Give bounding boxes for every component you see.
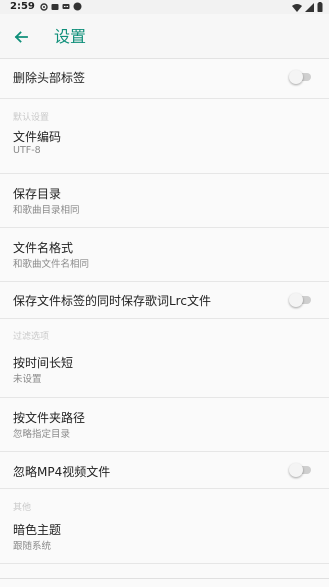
setting-title: 保存目录 (13, 187, 62, 201)
setting-dark-theme[interactable]: 暗色主题 跟随系统 (0, 513, 329, 564)
setting-title: 文件编码 (13, 130, 62, 144)
setting-summary: 跟随系统 (13, 541, 52, 552)
category-label: 过滤选项 (13, 332, 50, 342)
signal-icon (305, 2, 314, 12)
setting-save-lrc[interactable]: 保存文件标签的同时保存歌词Lrc文件 (0, 282, 329, 319)
category-label: 其他 (13, 503, 32, 513)
setting-by-folder[interactable]: 按文件夹路径 忽略指定目录 (0, 398, 329, 452)
setting-summary: 忽略指定目录 (13, 429, 71, 440)
status-time: 2:59 (10, 1, 35, 12)
setting-title: 按时间长短 (13, 356, 74, 370)
arrow-back-icon (14, 31, 28, 43)
category-other: 其他 (0, 489, 329, 513)
battery-icon (317, 2, 323, 12)
setting-title: 按文件夹路径 (13, 411, 86, 425)
setting-filename-format[interactable]: 文件名格式 和歌曲文件名相同 (0, 228, 329, 282)
remove-header-tag-switch[interactable] (289, 70, 311, 84)
setting-title: 删除头部标签 (13, 71, 86, 85)
setting-by-duration[interactable]: 按时间长短 未设置 (0, 343, 329, 398)
wifi-icon (292, 3, 302, 12)
setting-remove-header-tag[interactable]: 删除头部标签 (0, 58, 329, 99)
circle-icon (73, 2, 82, 11)
settings-icon (40, 2, 48, 11)
setting-title: 文件名格式 (13, 241, 74, 255)
category-label: 默认设置 (13, 113, 50, 123)
category-filter: 过滤选项 (0, 319, 329, 343)
ignore-mp4-switch[interactable] (289, 463, 311, 477)
setting-file-encoding[interactable]: 文件编码 UTF-8 (0, 123, 329, 174)
setting-summary: 和歌曲文件名相同 (13, 259, 90, 270)
navigation-bar (0, 578, 329, 587)
page-title: 设置 (54, 27, 87, 46)
category-default: 默认设置 (0, 99, 329, 123)
settings-list: 删除头部标签 默认设置 文件编码 UTF-8 保存目录 和歌曲目录相同 文件名格… (0, 58, 329, 564)
back-button[interactable] (10, 26, 32, 48)
status-bar: 2:59 (0, 0, 329, 14)
setting-save-directory[interactable]: 保存目录 和歌曲目录相同 (0, 174, 329, 228)
app-toolbar: 设置 (0, 14, 329, 59)
setting-summary: UTF-8 (13, 145, 41, 156)
setting-title: 忽略MP4视频文件 (13, 465, 111, 479)
setting-summary: 和歌曲目录相同 (13, 205, 80, 216)
setting-title: 暗色主题 (13, 523, 62, 537)
save-lrc-switch[interactable] (289, 293, 311, 307)
notification-icon (51, 3, 59, 10)
chat-icon (62, 3, 70, 9)
setting-ignore-mp4[interactable]: 忽略MP4视频文件 (0, 452, 329, 489)
setting-title: 保存文件标签的同时保存歌词Lrc文件 (13, 294, 211, 308)
setting-summary: 未设置 (13, 374, 42, 385)
